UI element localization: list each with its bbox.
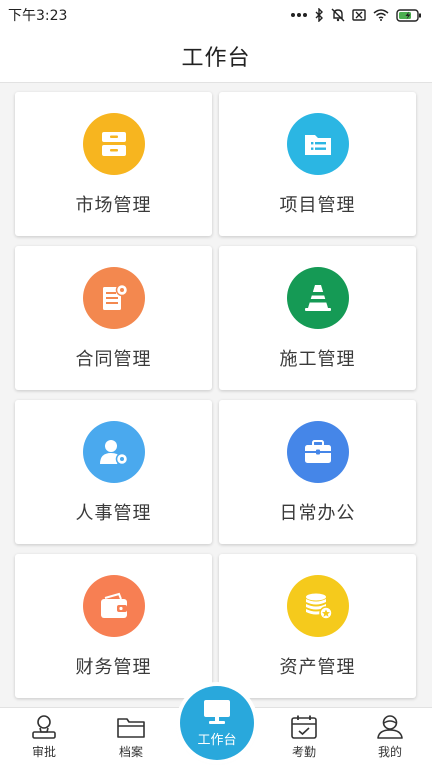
tile-label: 合同管理: [75, 349, 152, 370]
tile-asset-management[interactable]: 资产管理: [219, 554, 416, 698]
tab-label: 档案: [118, 745, 143, 759]
tab-mine[interactable]: 我的: [355, 714, 425, 760]
tile-construction-management[interactable]: 施工管理: [219, 246, 416, 390]
wallet-icon: [82, 575, 145, 637]
profile-icon: [377, 715, 403, 739]
status-bar: 下午3:23: [0, 0, 432, 30]
tab-label: 审批: [31, 745, 56, 759]
more-dots-icon: [291, 13, 307, 17]
tile-project-management[interactable]: 项目管理: [219, 92, 416, 236]
tile-label: 日常办公: [279, 503, 356, 524]
tab-workbench[interactable]: 工作台: [180, 686, 254, 760]
status-time: 下午3:23: [8, 8, 68, 24]
briefcase-icon: [286, 421, 349, 483]
tile-label: 施工管理: [279, 349, 356, 370]
user-gear-icon: [82, 421, 145, 483]
calendar-check-icon: [291, 715, 317, 739]
monitor-icon: [204, 700, 230, 724]
mute-icon: [331, 8, 345, 22]
battery-charging-icon: [396, 8, 421, 22]
tile-label: 人事管理: [75, 503, 152, 524]
coins-icon: [286, 575, 349, 637]
traffic-cone-icon: [286, 267, 349, 329]
folder-list-icon: [286, 113, 349, 175]
sim-icon: [352, 9, 366, 21]
tab-archive[interactable]: 档案: [96, 714, 166, 760]
approval-icon: [32, 715, 56, 739]
tile-label: 项目管理: [279, 195, 356, 216]
tile-daily-office[interactable]: 日常办公: [219, 400, 416, 544]
cabinet-icon: [82, 113, 145, 175]
tab-label: 工作台: [197, 733, 237, 748]
title-bar: 工作台: [0, 30, 432, 83]
page-title: 工作台: [181, 46, 251, 71]
tab-label: 考勤: [291, 745, 316, 759]
tile-contract-management[interactable]: 合同管理: [15, 246, 212, 390]
tile-label: 资产管理: [279, 657, 356, 678]
bluetooth-icon: [315, 8, 323, 22]
tab-approval[interactable]: 审批: [9, 714, 79, 760]
module-grid: 市场管理 项目管理 合同管理 施工管理 人事管理 日常办公 财务管理 资产管理: [15, 92, 417, 698]
tile-market-management[interactable]: 市场管理: [15, 92, 212, 236]
tile-finance-management[interactable]: 财务管理: [15, 554, 212, 698]
archive-folder-icon: [117, 718, 145, 738]
tile-label: 市场管理: [75, 195, 152, 216]
tab-attendance[interactable]: 考勤: [269, 714, 339, 760]
tile-hr-management[interactable]: 人事管理: [15, 400, 212, 544]
wifi-icon: [373, 9, 389, 21]
tile-label: 财务管理: [75, 657, 152, 678]
contract-gear-icon: [82, 267, 145, 329]
status-icons: [290, 8, 422, 22]
tab-label: 我的: [377, 745, 402, 759]
